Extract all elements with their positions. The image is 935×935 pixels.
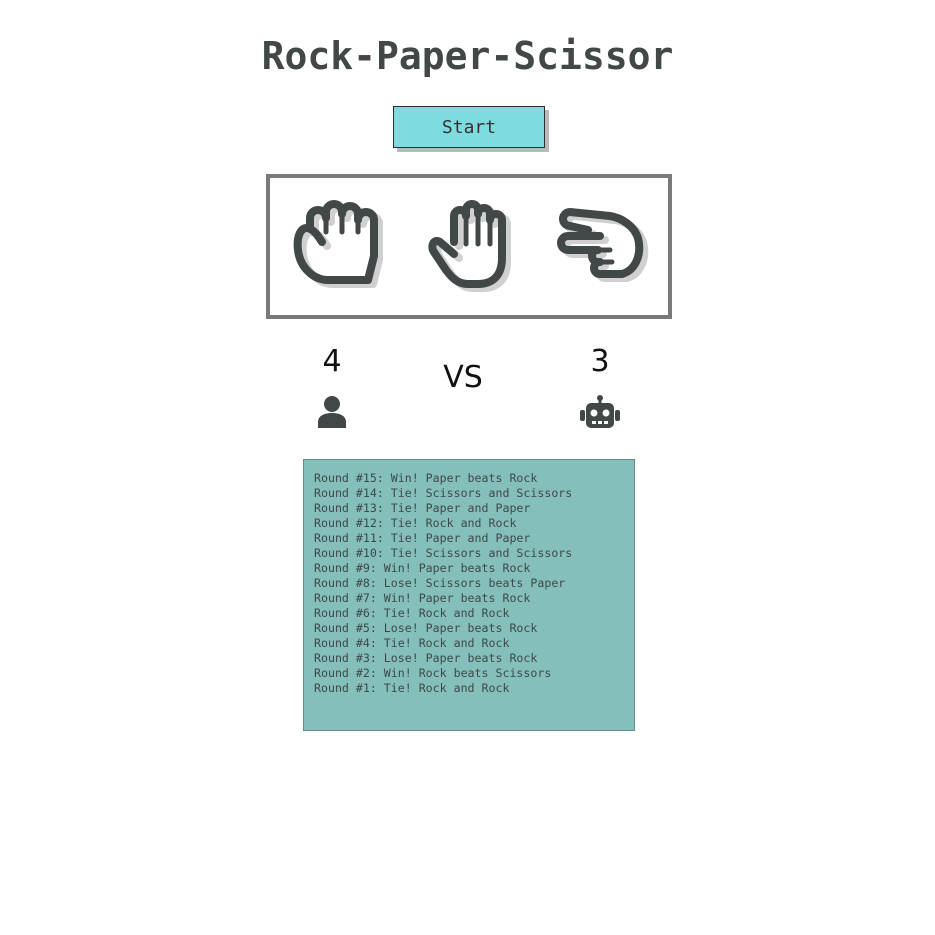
scissors-choice-button[interactable]	[548, 198, 658, 298]
start-button[interactable]: Start	[393, 106, 545, 148]
log-line: Round #9: Win! Paper beats Rock	[314, 561, 531, 575]
log-line: Round #13: Tie! Paper and Paper	[314, 501, 531, 515]
fist-icon	[293, 200, 383, 288]
log-line: Round #3: Lose! Paper beats Rock	[314, 651, 538, 665]
log-line: Round #4: Tie! Rock and Rock	[314, 636, 510, 650]
player-score: 4	[322, 344, 342, 379]
round-log: Round #15: Win! Paper beats Rock Round #…	[303, 459, 635, 731]
robot-icon	[579, 395, 621, 433]
log-line: Round #11: Tie! Paper and Paper	[314, 531, 531, 545]
log-line: Round #1: Tie! Rock and Rock	[314, 681, 510, 695]
page-title: Rock-Paper-Scissor	[261, 34, 674, 78]
computer-score: 3	[590, 344, 610, 379]
log-line: Round #12: Tie! Rock and Rock	[314, 516, 517, 530]
rock-choice-button[interactable]	[288, 198, 398, 298]
log-line: Round #7: Win! Paper beats Rock	[314, 591, 531, 605]
paper-choice-button[interactable]	[420, 198, 530, 298]
log-line: Round #2: Win! Rock beats Scissors	[314, 666, 552, 680]
log-line: Round #15: Win! Paper beats Rock	[314, 471, 538, 485]
log-line: Round #8: Lose! Scissors beats Paper	[314, 576, 566, 590]
game-app: Rock-Paper-Scissor Start 4 VS 3 Round #1…	[0, 0, 935, 935]
vs-label: VS	[443, 360, 483, 395]
log-line: Round #5: Lose! Paper beats Rock	[314, 621, 538, 635]
log-line: Round #6: Tie! Rock and Rock	[314, 606, 510, 620]
scissors-hand-icon	[557, 208, 649, 282]
user-icon	[316, 394, 348, 432]
open-hand-icon	[428, 200, 511, 292]
choice-panel	[266, 174, 672, 319]
log-line: Round #10: Tie! Scissors and Scissors	[314, 546, 573, 560]
log-line: Round #14: Tie! Scissors and Scissors	[314, 486, 573, 500]
